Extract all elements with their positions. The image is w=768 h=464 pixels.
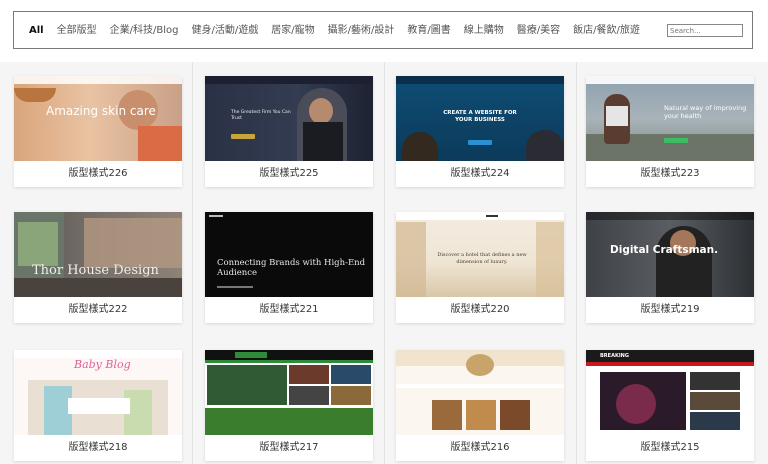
template-thumbnail[interactable]: Baby Blog xyxy=(14,350,182,435)
template-thumbnail[interactable] xyxy=(396,350,564,435)
template-card-218[interactable]: Baby Blog 版型樣式218 xyxy=(14,350,182,461)
template-caption: 版型樣式215 xyxy=(640,442,700,453)
template-thumbnail[interactable]: Discover a hotel that defines a new dime… xyxy=(396,212,564,297)
thumbnail-headline: The Greatest Firm You Can Trust xyxy=(231,110,291,121)
template-card-219[interactable]: Digital Craftsman. 版型樣式219 xyxy=(586,212,754,323)
template-card-216[interactable]: 版型樣式216 xyxy=(396,350,564,461)
template-caption: 版型樣式222 xyxy=(68,304,128,315)
thumbnail-headline: CREATE A WEBSITE FOR YOUR BUSINESS xyxy=(443,110,517,123)
category-filter-bar: All 全部版型 企業/科技/Blog 健身/活動/遊戲 居家/寵物 攝影/藝術… xyxy=(13,11,753,49)
filter-home-pets[interactable]: 居家/寵物 xyxy=(271,24,314,38)
template-card-224[interactable]: CREATE A WEBSITE FOR YOUR BUSINESS 版型樣式2… xyxy=(396,76,564,187)
template-caption: 版型樣式225 xyxy=(259,168,319,179)
filter-photo-art-design[interactable]: 攝影/藝術/設計 xyxy=(328,24,395,38)
template-caption: 版型樣式223 xyxy=(640,168,700,179)
thumbnail-headline: Thor House Design xyxy=(32,263,159,278)
filter-all-templates[interactable]: 全部版型 xyxy=(57,24,97,38)
thumbnail-cta-button xyxy=(664,138,688,143)
template-thumbnail[interactable]: The Greatest Firm You Can Trust xyxy=(205,76,373,161)
template-caption: 版型樣式221 xyxy=(259,304,319,315)
template-card-217[interactable]: 版型樣式217 xyxy=(205,350,373,461)
column-divider xyxy=(384,62,385,464)
thumbnail-headline: Baby Blog xyxy=(74,358,131,371)
thumbnail-headline: Connecting Brands with High-End Audience xyxy=(217,258,366,278)
column-divider xyxy=(576,62,577,464)
thumbnail-cta-button xyxy=(468,140,492,145)
template-caption: 版型樣式219 xyxy=(640,304,700,315)
thumbnail-headline: Natural way of improving your health xyxy=(664,104,747,120)
filter-online-shopping[interactable]: 線上購物 xyxy=(464,24,504,38)
template-thumbnail[interactable]: Thor House Design xyxy=(14,212,182,297)
template-card-221[interactable]: Connecting Brands with High-End Audience… xyxy=(205,212,373,323)
thumbnail-headline: Digital Craftsman. xyxy=(610,244,719,256)
template-caption: 版型樣式226 xyxy=(68,168,128,179)
template-card-215[interactable]: BREAKING 版型樣式215 xyxy=(586,350,754,461)
template-thumbnail[interactable]: CREATE A WEBSITE FOR YOUR BUSINESS xyxy=(396,76,564,161)
filter-list: All 全部版型 企業/科技/Blog 健身/活動/遊戲 居家/寵物 攝影/藝術… xyxy=(29,24,653,38)
template-thumbnail[interactable] xyxy=(205,350,373,435)
template-thumbnail[interactable]: Amazing skin care xyxy=(14,76,182,161)
filter-hotel-dining-travel[interactable]: 飯店/餐飲/旅遊 xyxy=(573,24,640,38)
filter-education-books[interactable]: 教育/圖書 xyxy=(407,24,450,38)
template-caption: 版型樣式216 xyxy=(450,442,510,453)
template-thumbnail[interactable]: BREAKING xyxy=(586,350,754,435)
template-caption: 版型樣式217 xyxy=(259,442,319,453)
thumbnail-headline: Amazing skin care xyxy=(46,104,156,118)
template-thumbnail[interactable]: Connecting Brands with High-End Audience xyxy=(205,212,373,297)
template-card-220[interactable]: Discover a hotel that defines a new dime… xyxy=(396,212,564,323)
thumbnail-headline: Discover a hotel that defines a new dime… xyxy=(437,252,527,265)
search-input[interactable] xyxy=(667,24,743,37)
filter-business-tech-blog[interactable]: 企業/科技/Blog xyxy=(110,24,179,38)
filter-all[interactable]: All xyxy=(29,24,44,38)
template-thumbnail[interactable]: Digital Craftsman. xyxy=(586,212,754,297)
template-card-225[interactable]: The Greatest Firm You Can Trust 版型樣式225 xyxy=(205,76,373,187)
template-card-222[interactable]: Thor House Design 版型樣式222 xyxy=(14,212,182,323)
column-divider xyxy=(192,62,193,464)
filter-medical-beauty[interactable]: 醫療/美容 xyxy=(517,24,560,38)
template-caption: 版型樣式220 xyxy=(450,304,510,315)
template-caption: 版型樣式224 xyxy=(450,168,510,179)
thumbnail-cta-button xyxy=(231,134,255,139)
template-card-223[interactable]: Natural way of improving your health 版型樣… xyxy=(586,76,754,187)
filter-fitness-events-games[interactable]: 健身/活動/遊戲 xyxy=(191,24,258,38)
template-thumbnail[interactable]: Natural way of improving your health xyxy=(586,76,754,161)
thumbnail-headline: BREAKING xyxy=(600,353,629,359)
template-card-226[interactable]: Amazing skin care 版型樣式226 xyxy=(14,76,182,187)
template-caption: 版型樣式218 xyxy=(68,442,128,453)
